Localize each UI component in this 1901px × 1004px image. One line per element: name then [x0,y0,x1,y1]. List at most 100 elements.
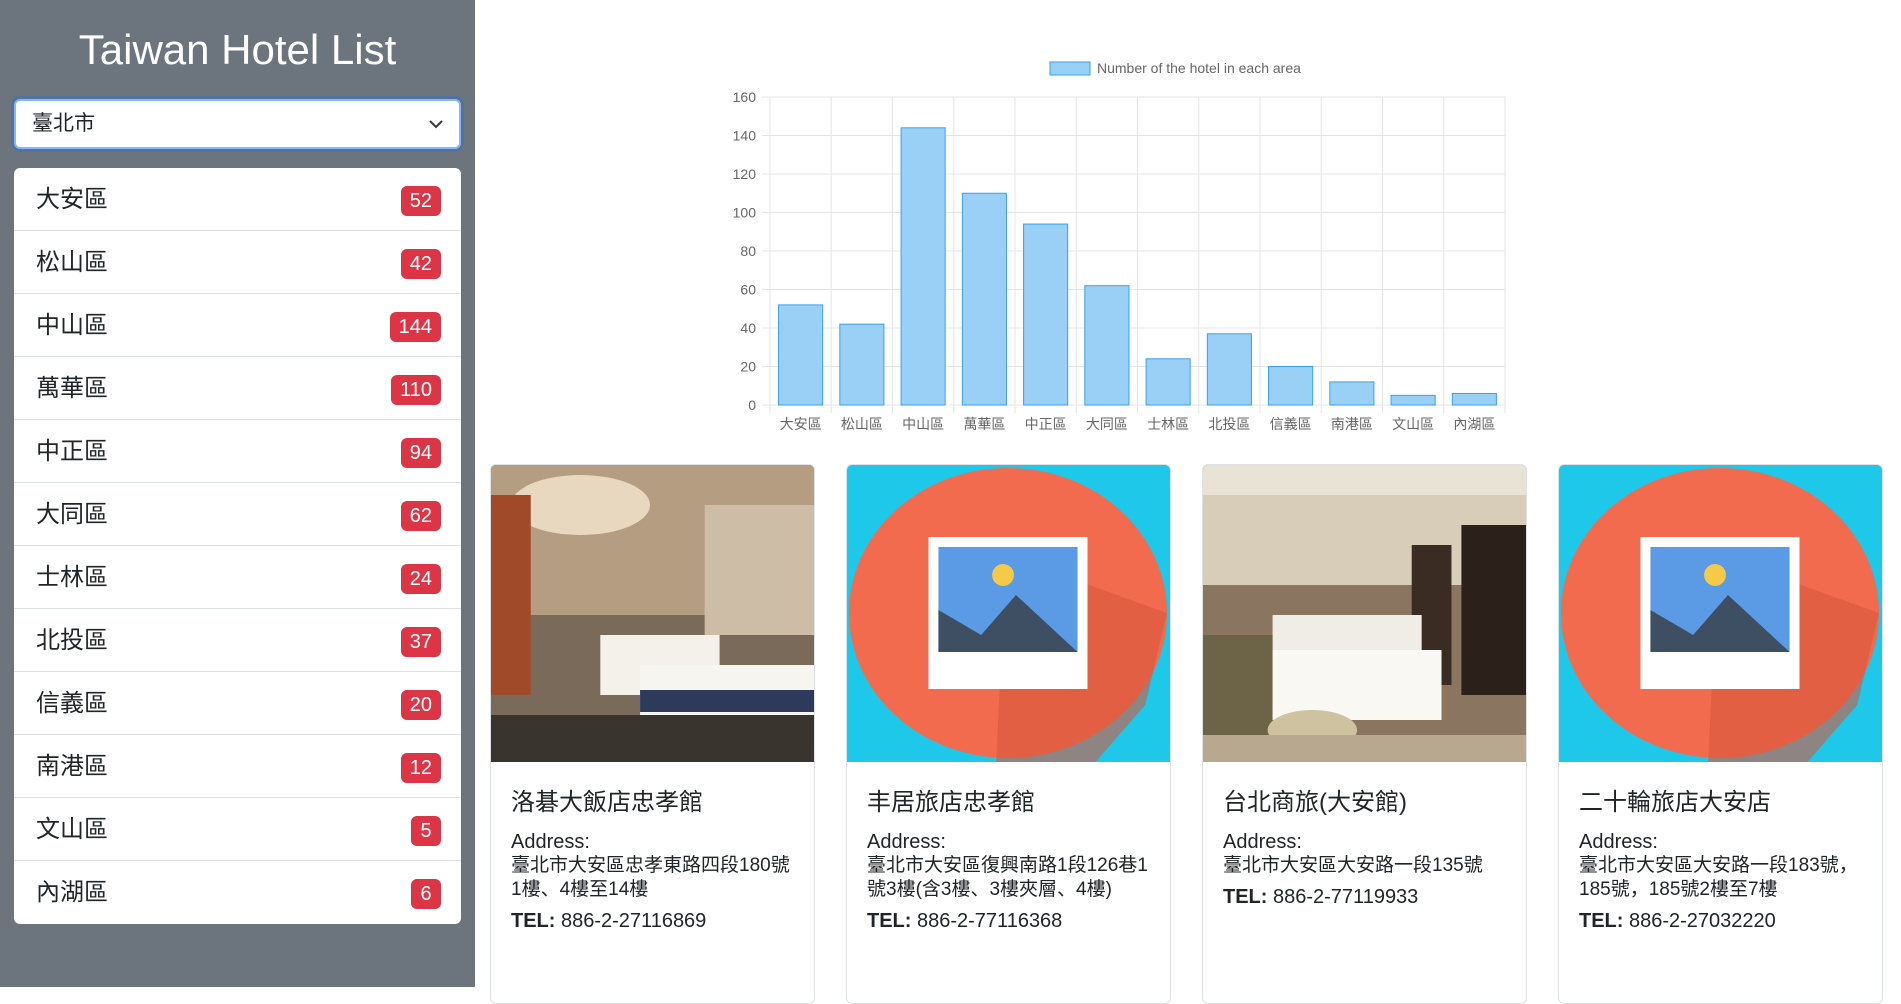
address-label: Address: [511,831,590,853]
address-label: Address: [1223,831,1302,853]
bar [1329,381,1375,406]
bar [1145,358,1191,406]
x-tick-label: 內湖區 [1453,417,1495,433]
x-tick-label: 文山區 [1392,417,1434,433]
bar [1268,366,1314,406]
x-tick-label: 中山區 [902,417,944,433]
sidebar: Taiwan Hotel List 臺北市 大安區 52 松山區 42 中山區 144… [0,0,475,987]
district-item[interactable]: 大安區 52 [14,168,461,231]
hotel-address: 臺北市大安區忠孝東路四段180號1樓、4樓至14樓 [511,855,790,900]
district-name: 大同區 [36,501,108,528]
bar [778,304,824,406]
tel-label: TEL: [511,910,556,932]
district-count-badge: 42 [400,249,441,279]
legend-swatch [1049,61,1091,76]
district-list: 大安區 52 松山區 42 中山區 144 萬華區 110 中正區 94 大同區 62 士林… [14,168,461,924]
district-name: 中山區 [36,312,108,339]
hotel-tel: 886-2-27032220 [1623,910,1776,932]
district-name: 大安區 [36,186,108,213]
tel-label: TEL: [1579,910,1624,932]
district-item[interactable]: 士林區 24 [14,546,461,609]
y-tick-label: 40 [740,320,756,336]
district-name: 松山區 [36,249,108,276]
bar [1206,333,1252,406]
district-name: 文山區 [36,816,108,843]
district-name: 信義區 [36,690,108,717]
district-item[interactable]: 信義區 20 [14,672,461,735]
hotel-address: 臺北市大安區大安路一段183號，185號，185號2樓至7樓 [1579,855,1858,900]
hotel-card[interactable]: 台北商旅(大安館) Address: 臺北市大安區大安路一段135號 TEL: … [1202,464,1527,1004]
hotel-card[interactable]: 二十輪旅店大安店 Address: 臺北市大安區大安路一段183號，185號，1… [1558,464,1883,1004]
district-name: 士林區 [36,564,108,591]
y-tick-label: 120 [733,166,757,182]
y-tick-label: 140 [733,128,757,144]
bar [961,192,1007,406]
district-item[interactable]: 萬華區 110 [14,357,461,420]
image-placeholder-icon [1559,465,1882,762]
bar [1451,392,1497,406]
y-tick-label: 80 [740,243,756,259]
hotel-photo [491,465,814,762]
hotel-tel: 886-2-77116368 [911,910,1063,932]
district-name: 南港區 [36,753,108,780]
city-select-value: 臺北市 [32,112,95,135]
hotel-card[interactable]: 洛碁大飯店忠孝館 Address: 臺北市大安區忠孝東路四段180號1樓、4樓至… [490,464,815,1004]
district-item[interactable]: 文山區 5 [14,798,461,861]
district-item[interactable]: 南港區 12 [14,735,461,798]
hotel-address: 臺北市大安區復興南路1段126巷1號3樓(含3樓、3樓夾層、4樓) [867,855,1148,900]
bar [900,127,946,406]
hotel-tel: 886-2-77119933 [1267,886,1419,908]
district-name: 北投區 [36,627,108,654]
district-count-badge: 62 [400,501,441,531]
x-tick-label: 中正區 [1025,417,1067,433]
y-tick-label: 160 [733,89,757,105]
bar [1084,285,1130,406]
district-count-badge: 5 [411,816,441,846]
y-tick-label: 60 [740,282,756,298]
hotel-name: 丰居旅店忠孝館 [867,789,1035,816]
district-count-badge: 37 [400,627,441,657]
district-count-badge: 52 [400,186,441,216]
district-count-badge: 20 [400,690,441,720]
district-name: 萬華區 [36,375,108,402]
district-name: 內湖區 [36,879,108,906]
hotel-card[interactable]: 丰居旅店忠孝館 Address: 臺北市大安區復興南路1段126巷1號3樓(含3… [846,464,1171,1004]
hotel-tel: 886-2-27116869 [555,910,707,932]
x-tick-label: 南港區 [1331,417,1373,433]
hotel-name: 洛碁大飯店忠孝館 [511,789,703,816]
district-item[interactable]: 中山區 144 [14,294,461,357]
x-tick-label: 萬華區 [963,417,1005,433]
x-tick-label: 大安區 [780,417,822,433]
bar [1390,394,1436,406]
district-count-badge: 94 [400,438,441,468]
x-tick-label: 松山區 [841,417,883,433]
app-title: Taiwan Hotel List [78,26,397,73]
district-name: 中正區 [36,438,108,465]
district-count-badge: 24 [400,564,441,594]
y-tick-label: 100 [733,205,757,221]
district-count-badge: 144 [389,312,441,342]
district-item[interactable]: 北投區 37 [14,609,461,672]
tel-label: TEL: [867,910,912,932]
district-item[interactable]: 大同區 62 [14,483,461,546]
district-count-badge: 110 [391,375,441,405]
district-item[interactable]: 中正區 94 [14,420,461,483]
tel-label: TEL: [1223,886,1268,908]
y-tick-label: 20 [740,359,756,375]
address-label: Address: [1579,831,1658,853]
district-item[interactable]: 松山區 42 [14,231,461,294]
district-item[interactable]: 內湖區 6 [14,861,461,924]
bar [1023,223,1069,406]
hotel-cards: 洛碁大飯店忠孝館 Address: 臺北市大安區忠孝東路四段180號1樓、4樓至… [490,464,1884,1004]
district-count-badge: 12 [400,753,441,783]
image-placeholder-icon [847,465,1170,762]
hotel-count-chart: Number of the hotel in each area 0 20 40 60 8… [720,60,1510,445]
district-count-badge: 6 [411,879,441,909]
hotel-photo [1203,465,1526,762]
x-tick-label: 大同區 [1086,417,1128,433]
x-tick-label: 北投區 [1208,417,1250,433]
chevron-down-icon [429,120,443,129]
city-select[interactable]: 臺北市 [14,99,461,149]
address-label: Address: [867,831,946,853]
hotel-name: 二十輪旅店大安店 [1579,789,1771,816]
